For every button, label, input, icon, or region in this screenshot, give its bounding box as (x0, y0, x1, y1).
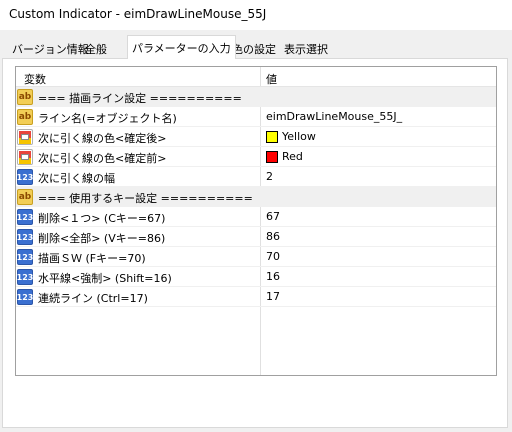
param-value[interactable]: eimDrawLineMouse_55J_ (266, 110, 402, 123)
color-swatch[interactable] (266, 151, 278, 163)
param-value[interactable]: 16 (266, 270, 280, 283)
number-icon: 123 (17, 169, 33, 185)
param-value[interactable]: 67 (266, 210, 280, 223)
param-name: 削除<１つ> (Cキー=67) (38, 212, 166, 225)
grid-row-line-name[interactable]: ab ライン名(=オブジェクト名) eimDrawLineMouse_55J_ (16, 107, 496, 127)
grid-row-color-pending[interactable]: 次に引く線の色<確定前> Red (16, 147, 496, 167)
param-name: 水平線<強制> (Shift=16) (38, 272, 172, 285)
param-name: 次に引く線の幅 (38, 172, 115, 185)
grid-row-line-width[interactable]: 123 次に引く線の幅 2 (16, 167, 496, 187)
number-icon: 123 (17, 249, 33, 265)
tab-visualization[interactable]: 表示選択 (280, 38, 332, 58)
tab-colors[interactable]: 色の設定 (228, 38, 280, 58)
color-swatch[interactable] (266, 131, 278, 143)
param-name: 次に引く線の色<確定後> (38, 132, 167, 145)
grid-row-continuous-line[interactable]: 123 連続ライン (Ctrl=17) 17 (16, 287, 496, 307)
color-icon (17, 129, 33, 145)
param-value[interactable]: 70 (266, 250, 280, 263)
grid-row-horizontal-force[interactable]: 123 水平線<強制> (Shift=16) 16 (16, 267, 496, 287)
param-name: ライン名(=オブジェクト名) (38, 112, 177, 125)
color-icon (17, 149, 33, 165)
grid-header: 変数 値 (16, 67, 496, 87)
tab-parameters[interactable]: パラメーターの入力 (127, 35, 236, 59)
window-title-bar: Custom Indicator - eimDrawLineMouse_55J (0, 0, 512, 30)
tab-general[interactable]: 全般 (81, 38, 111, 58)
grid-row-section-draw[interactable]: ab === 描画ライン設定 ========== (16, 87, 496, 107)
header-value[interactable]: 値 (266, 71, 277, 87)
grid-row-draw-switch[interactable]: 123 描画ＳＷ (Fキー=70) 70 (16, 247, 496, 267)
param-name: 描画ＳＷ (Fキー=70) (38, 252, 146, 265)
tab-strip: バージョン情報 全般 パラメーターの入力 色の設定 表示選択 (0, 30, 512, 59)
grid-row-section-keys[interactable]: ab === 使用するキー設定 ========== (16, 187, 496, 207)
grid-row-delete-one[interactable]: 123 削除<１つ> (Cキー=67) 67 (16, 207, 496, 227)
param-value[interactable]: Red (282, 150, 303, 163)
grid-row-delete-all[interactable]: 123 削除<全部> (Vキー=86) 86 (16, 227, 496, 247)
param-value[interactable]: 17 (266, 290, 280, 303)
parameters-panel: 変数 値 ab === 描画ライン設定 ========== ab ライン名(=… (2, 58, 508, 428)
parameters-grid: 変数 値 ab === 描画ライン設定 ========== ab ライン名(=… (15, 66, 497, 376)
param-name: === 描画ライン設定 ========== (38, 92, 242, 105)
param-value[interactable]: 86 (266, 230, 280, 243)
number-icon: 123 (17, 209, 33, 225)
grid-row-color-confirmed[interactable]: 次に引く線の色<確定後> Yellow (16, 127, 496, 147)
header-variable[interactable]: 変数 (24, 71, 46, 87)
number-icon: 123 (17, 289, 33, 305)
param-name: === 使用するキー設定 ========== (38, 192, 253, 205)
text-icon: ab (17, 89, 33, 105)
param-value[interactable]: Yellow (282, 130, 316, 143)
number-icon: 123 (17, 269, 33, 285)
text-icon: ab (17, 109, 33, 125)
param-value[interactable]: 2 (266, 170, 273, 183)
param-name: 次に引く線の色<確定前> (38, 152, 167, 165)
text-icon: ab (17, 189, 33, 205)
param-name: 連続ライン (Ctrl=17) (38, 292, 148, 305)
window-title: Custom Indicator - eimDrawLineMouse_55J (9, 7, 267, 21)
number-icon: 123 (17, 229, 33, 245)
param-name: 削除<全部> (Vキー=86) (38, 232, 166, 245)
